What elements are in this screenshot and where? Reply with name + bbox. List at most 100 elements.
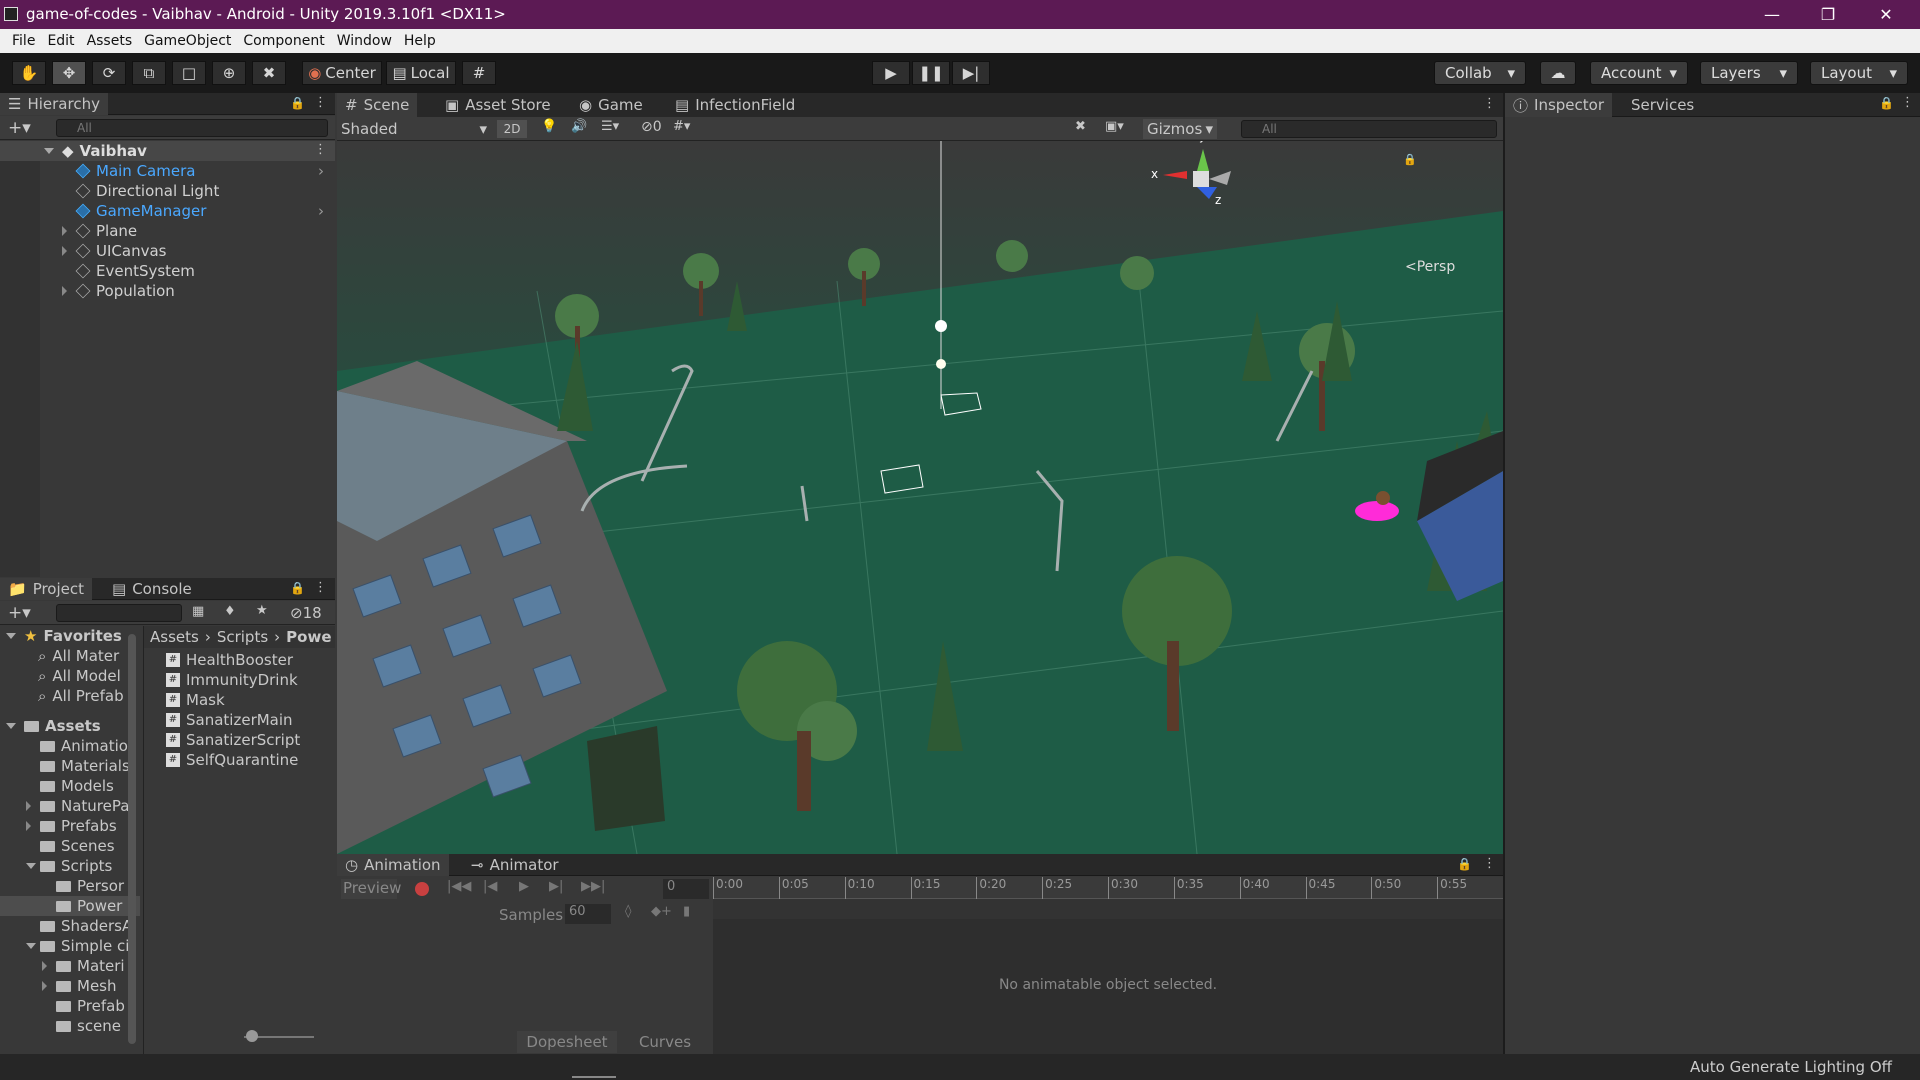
collab-dropdown[interactable]: Collab ▾ <box>1434 61 1526 85</box>
custom-tool-icon[interactable]: ✖ <box>252 61 286 85</box>
animation-timeline[interactable]: 0:00 0:05 0:10 0:15 0:20 0:25 0:30 0:35 0:40 0:45… <box>713 877 1503 1054</box>
hierarchy-item[interactable]: Main Camera › <box>0 161 335 181</box>
chevron-right-icon[interactable]: › <box>318 202 324 220</box>
script-file-item[interactable]: # SanatizerMain <box>144 710 335 730</box>
script-file-item[interactable]: # HealthBooster <box>144 650 335 670</box>
resize-handle[interactable] <box>572 1076 616 1078</box>
asset-folder-item[interactable]: ShadersA <box>0 916 140 936</box>
expand-arrow-icon[interactable] <box>26 801 31 811</box>
kebab-menu-icon[interactable]: ⋮ <box>314 142 327 157</box>
favorite-star-icon[interactable]: ★ <box>256 603 268 618</box>
tab-animation[interactable]: ◷ Animation <box>337 854 449 876</box>
scale-tool-icon[interactable]: ⧉ <box>132 61 166 85</box>
tools-settings-icon[interactable]: ✖ <box>1075 119 1086 134</box>
audio-toggle-icon[interactable]: 🔊 <box>571 119 587 134</box>
expand-arrow-icon[interactable] <box>26 821 31 831</box>
expand-arrow-icon[interactable] <box>62 226 67 236</box>
script-file-item[interactable]: # SelfQuarantine <box>144 750 335 770</box>
gizmos-dropdown[interactable]: Gizmos ▾ <box>1143 119 1217 139</box>
kebab-menu-icon[interactable]: ⋮ <box>1901 95 1914 110</box>
expand-arrow-icon[interactable] <box>42 981 47 991</box>
asset-folder-item[interactable]: Persor <box>0 876 140 896</box>
collapse-arrow-icon[interactable] <box>44 148 54 154</box>
hidden-objects-toggle[interactable]: ⊘0 <box>641 119 662 135</box>
icon-size-slider-thumb[interactable] <box>246 1030 258 1042</box>
expand-arrow-icon[interactable] <box>26 943 36 949</box>
step-icon[interactable]: ▶| <box>952 61 990 85</box>
asset-folder-item[interactable]: Scripts <box>0 856 140 876</box>
menu-component[interactable]: Component <box>237 33 330 49</box>
assets-root-row[interactable]: Assets <box>0 716 140 736</box>
first-key-icon[interactable]: |◀◀ <box>447 879 471 894</box>
lock-icon[interactable]: 🔒 <box>290 96 305 110</box>
lock-icon[interactable]: 🔒 <box>1457 857 1472 871</box>
expand-arrow-icon[interactable] <box>62 246 67 256</box>
record-icon[interactable] <box>415 882 429 896</box>
move-tool-icon[interactable]: ✥ <box>52 61 86 85</box>
shading-mode-dropdown[interactable]: Shaded ▾ <box>341 119 487 139</box>
tab-asset-store[interactable]: ▣ Asset Store <box>437 93 559 117</box>
create-plus-icon[interactable]: +▾ <box>8 118 31 138</box>
expand-arrow-icon[interactable] <box>62 286 67 296</box>
minimize-icon[interactable]: — <box>1744 0 1800 29</box>
lighting-toggle-icon[interactable]: 💡 <box>541 119 557 134</box>
hierarchy-item[interactable]: GameManager › <box>0 201 335 221</box>
kebab-menu-icon[interactable]: ⋮ <box>1483 96 1496 111</box>
tab-services[interactable]: Services <box>1623 93 1702 117</box>
layers-dropdown[interactable]: Layers ▾ <box>1700 61 1798 85</box>
toggle-2d-button[interactable]: 2D <box>497 120 527 138</box>
asset-folder-item[interactable]: Animatio <box>0 736 140 756</box>
tab-infection-field[interactable]: ▤ InfectionField <box>667 93 803 117</box>
scene-viewport[interactable]: y x z 🔒 <Persp <box>337 141 1503 854</box>
hierarchy-search-input[interactable]: All <box>56 119 328 137</box>
preview-button[interactable]: Preview <box>341 879 401 899</box>
asset-folder-item[interactable]: Simple ci <box>0 936 140 956</box>
collapse-arrow-icon[interactable] <box>6 723 16 729</box>
tab-animator[interactable]: ⊸ Animator <box>463 854 567 876</box>
tab-scene[interactable]: # Scene <box>337 93 418 117</box>
scene-search-input[interactable]: All <box>1241 120 1497 138</box>
account-dropdown[interactable]: Account ▾ <box>1590 61 1688 85</box>
play-preview-icon[interactable]: ▶ <box>519 879 529 894</box>
expand-arrow-icon[interactable] <box>26 863 36 869</box>
camera-settings-icon[interactable]: ▣▾ <box>1105 119 1124 134</box>
menu-edit[interactable]: Edit <box>41 33 80 49</box>
breadcrumb-assets[interactable]: Assets <box>150 628 199 646</box>
dopesheet-button[interactable]: Dopesheet <box>517 1031 617 1053</box>
grid-toggle-icon[interactable]: #▾ <box>673 119 690 134</box>
asset-folder-item[interactable]: Models <box>0 776 140 796</box>
kebab-menu-icon[interactable]: ⋮ <box>314 95 327 110</box>
last-key-icon[interactable]: ▶▶| <box>581 879 605 894</box>
filter-label-icon[interactable]: ♦ <box>224 604 236 619</box>
asset-folder-item[interactable]: Mesh <box>0 976 140 996</box>
asset-folder-item[interactable]: Power <box>0 896 140 916</box>
tab-project[interactable]: 📁 Project <box>0 578 93 600</box>
breadcrumb-scripts[interactable]: Scripts <box>217 628 268 646</box>
script-file-item[interactable]: # Mask <box>144 690 335 710</box>
favorite-item[interactable]: ⌕ All Model <box>0 666 140 686</box>
cloud-icon[interactable]: ☁ <box>1540 61 1576 85</box>
script-file-item[interactable]: # SanatizerScript <box>144 730 335 750</box>
create-plus-icon[interactable]: +▾ <box>8 603 31 623</box>
asset-folder-item[interactable]: Materi <box>0 956 140 976</box>
kebab-menu-icon[interactable]: ⋮ <box>314 580 327 595</box>
restore-icon[interactable]: ❐ <box>1800 0 1856 29</box>
asset-folder-item[interactable]: Prefab <box>0 996 140 1016</box>
orientation-gizmo[interactable]: y x z <box>1151 141 1251 241</box>
breadcrumb-power[interactable]: Powe <box>286 628 331 646</box>
layout-dropdown[interactable]: Layout ▾ <box>1810 61 1908 85</box>
grid-snap-icon[interactable]: # <box>462 61 496 85</box>
menu-gameobject[interactable]: GameObject <box>138 33 237 49</box>
lock-icon[interactable]: 🔒 <box>290 581 305 595</box>
hierarchy-item[interactable]: Population <box>0 281 335 301</box>
tab-hierarchy[interactable]: ☰ Hierarchy <box>0 93 108 115</box>
tab-game[interactable]: ◉ Game <box>571 93 651 117</box>
pivot-center-button[interactable]: ◉ Center <box>302 61 382 85</box>
tab-inspector[interactable]: ⓘ Inspector <box>1505 93 1612 117</box>
play-icon[interactable]: ▶ <box>872 61 910 85</box>
filter-type-icon[interactable]: ▦ <box>192 604 204 619</box>
add-event-icon[interactable]: ◆+ <box>651 904 672 919</box>
expand-arrow-icon[interactable] <box>42 961 47 971</box>
pivot-local-button[interactable]: ▤ Local <box>386 61 456 85</box>
menu-file[interactable]: File <box>6 33 41 49</box>
